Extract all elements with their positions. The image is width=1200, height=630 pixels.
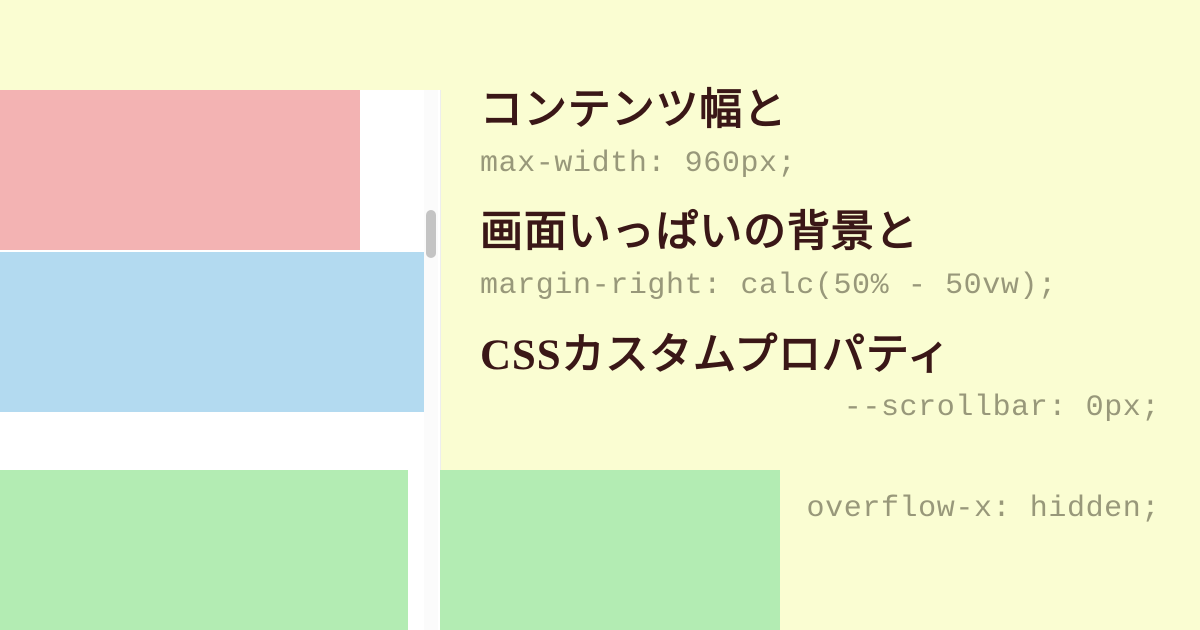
code-snippet-1: max-width: 960px; (480, 144, 1170, 185)
code-snippet-3: --scrollbar: 0px; (480, 388, 1170, 429)
heading-line-1: コンテンツ幅と (480, 84, 1170, 138)
scrollbar-thumb (426, 210, 436, 258)
content-block-blue (0, 252, 424, 412)
heading-line-2: 画面いっぱいの背景と (480, 206, 1170, 260)
text-column: コンテンツ幅と max-width: 960px; 画面いっぱいの背景と mar… (480, 84, 1170, 551)
content-block-red (0, 90, 360, 250)
content-block-green-left (0, 470, 408, 630)
scrollbar-track (424, 90, 438, 630)
code-snippet-2: margin-right: calc(50% - 50vw); (480, 266, 1170, 307)
heading-line-3: CSSカスタムプロパティ (480, 329, 1170, 383)
layout-illustration (0, 90, 440, 630)
code-snippet-4: overflow-x: hidden; (480, 489, 1170, 530)
card: コンテンツ幅と max-width: 960px; 画面いっぱいの背景と mar… (0, 0, 1200, 630)
